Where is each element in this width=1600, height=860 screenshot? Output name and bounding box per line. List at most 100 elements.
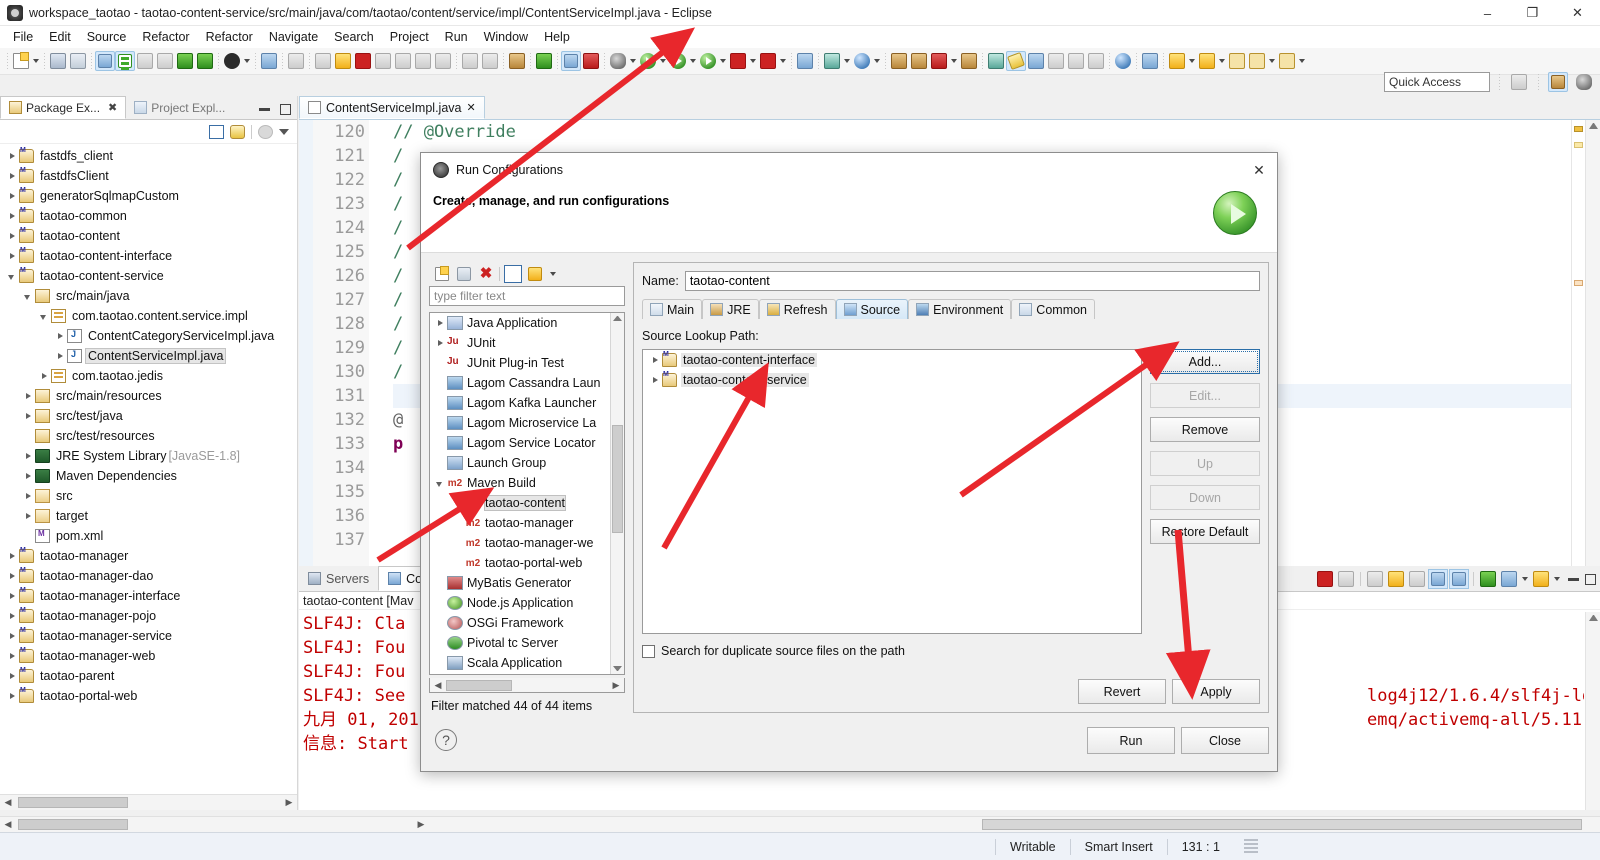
- chevron-right-icon[interactable]: [6, 670, 19, 683]
- configuration-type-item[interactable]: m2 Maven Build: [430, 473, 610, 493]
- remove-launch-icon[interactable]: [1336, 569, 1356, 589]
- configuration-type-item[interactable]: Scala Application: [430, 653, 610, 673]
- open-perspective-icon[interactable]: [959, 51, 979, 71]
- minimize-view-icon[interactable]: [259, 108, 270, 111]
- forward-dropdown-icon[interactable]: [1297, 51, 1307, 71]
- minimize-view-icon[interactable]: [1568, 577, 1579, 581]
- external-tools-icon[interactable]: [758, 51, 778, 71]
- menu-navigate[interactable]: Navigate: [261, 28, 326, 46]
- chevron-right-icon[interactable]: [649, 354, 662, 367]
- debug-server-icon[interactable]: [698, 51, 718, 71]
- scroll-left-icon[interactable]: ◀: [0, 817, 16, 832]
- configuration-type-item[interactable]: Pivotal tc Server: [430, 633, 610, 653]
- chevron-right-icon[interactable]: [54, 330, 67, 343]
- focus-on-active-task-icon[interactable]: [258, 124, 273, 139]
- configurations-vscrollbar[interactable]: [610, 313, 624, 674]
- configuration-type-item[interactable]: MyBatis Generator: [430, 573, 610, 593]
- paint-icon[interactable]: [1006, 51, 1026, 71]
- new-class-icon[interactable]: [175, 51, 195, 71]
- new-wizard-dropdown-icon[interactable]: [31, 51, 41, 71]
- menu-source[interactable]: Source: [79, 28, 135, 46]
- toggle-view-icon[interactable]: [561, 51, 581, 71]
- duplicate-search-checkbox[interactable]: [642, 644, 655, 658]
- editor-vscrollbar[interactable]: [1585, 120, 1600, 566]
- chevron-right-icon[interactable]: [6, 250, 19, 263]
- tree-item[interactable]: ContentServiceImpl.java: [0, 346, 297, 366]
- editor-scroll-thumb[interactable]: [982, 819, 1582, 830]
- display-console-dropdown-icon[interactable]: [1520, 569, 1530, 589]
- user-dropdown-icon[interactable]: [242, 51, 252, 71]
- chevron-right-icon[interactable]: [54, 350, 67, 363]
- tree-item[interactable]: src/test/resources: [0, 426, 297, 446]
- rocket-dropdown-icon[interactable]: [949, 51, 959, 71]
- scroll-right-icon[interactable]: ▶: [608, 678, 624, 693]
- open-folder-icon[interactable]: [909, 51, 929, 71]
- revert-button[interactable]: Revert: [1078, 679, 1166, 704]
- scroll-thumb[interactable]: [446, 679, 512, 691]
- tree-item[interactable]: ContentCategoryServiceImpl.java: [0, 326, 297, 346]
- restoredefault-button[interactable]: Restore Default: [1150, 519, 1260, 544]
- configuration-type-item[interactable]: Launch Group: [430, 453, 610, 473]
- chevron-right-icon[interactable]: [6, 170, 19, 183]
- run-button[interactable]: Run: [1087, 727, 1175, 754]
- chevron-right-icon[interactable]: [434, 317, 447, 330]
- filter-configurations-icon[interactable]: [526, 265, 544, 283]
- configuration-type-item[interactable]: Lagom Microservice La: [430, 413, 610, 433]
- configuration-type-item[interactable]: m2 taotao-portal-web: [430, 553, 610, 573]
- tree-item[interactable]: taotao-manager-service: [0, 626, 297, 646]
- forward-icon[interactable]: [1277, 51, 1297, 71]
- terminate-icon[interactable]: [353, 51, 373, 71]
- external-tools-dropdown-icon[interactable]: [778, 51, 788, 71]
- tab-refresh[interactable]: Refresh: [758, 299, 836, 319]
- javadoc-icon[interactable]: [135, 51, 155, 71]
- tree-item[interactable]: taotao-manager-interface: [0, 586, 297, 606]
- link-icon[interactable]: [1086, 51, 1106, 71]
- scroll-thumb[interactable]: [18, 797, 128, 808]
- console-vscrollbar[interactable]: [1585, 612, 1600, 810]
- tab-common[interactable]: Common: [1011, 299, 1096, 319]
- source-lookup-entry[interactable]: taotao-content-interface: [643, 350, 1141, 370]
- tree-item[interactable]: taotao-manager: [0, 546, 297, 566]
- configuration-type-item[interactable]: Lagom Service Locator: [430, 433, 610, 453]
- perspective-java-icon[interactable]: [1548, 72, 1568, 92]
- configurations-hscrollbar[interactable]: ◀ ▶: [429, 678, 625, 693]
- run-icon[interactable]: [638, 51, 658, 71]
- open-type-icon[interactable]: [507, 51, 527, 71]
- chevron-right-icon[interactable]: [22, 390, 35, 403]
- tab-project-explorer[interactable]: Project Expl...: [126, 96, 234, 119]
- tree-item[interactable]: com.taotao.content.service.impl: [0, 306, 297, 326]
- remove-button[interactable]: Remove: [1150, 417, 1260, 442]
- chevron-right-icon[interactable]: [649, 374, 662, 387]
- chevron-right-icon[interactable]: [6, 190, 19, 203]
- open-task-icon[interactable]: [155, 51, 175, 71]
- close-icon[interactable]: ✕: [466, 101, 475, 114]
- configuration-type-item[interactable]: m2 taotao-manager-we: [430, 533, 610, 553]
- dialog-close-button[interactable]: ✕: [1247, 159, 1271, 181]
- tree-item[interactable]: src: [0, 486, 297, 506]
- tree-item[interactable]: JRE System Library [JavaSE-1.8]: [0, 446, 297, 466]
- configuration-type-item[interactable]: Lagom Cassandra Laun: [430, 373, 610, 393]
- editor-marker-bar[interactable]: [299, 120, 313, 566]
- close-icon[interactable]: ✖: [108, 101, 117, 114]
- suspend-icon[interactable]: [333, 51, 353, 71]
- menu-file[interactable]: File: [5, 28, 41, 46]
- package-explorer-hscrollbar[interactable]: ◀ ▶: [0, 794, 297, 810]
- open-resource-icon[interactable]: [889, 51, 909, 71]
- configuration-type-item[interactable]: OSGi Framework: [430, 613, 610, 633]
- rocket-icon[interactable]: [929, 51, 949, 71]
- chevron-right-icon[interactable]: [6, 610, 19, 623]
- source-lookup-list[interactable]: taotao-content-interface taotao-content-s…: [642, 349, 1142, 634]
- back-icon[interactable]: [1227, 51, 1247, 71]
- menu-search[interactable]: Search: [326, 28, 382, 46]
- new-ejb-icon[interactable]: [195, 51, 215, 71]
- duplicate-configuration-icon[interactable]: [455, 265, 473, 283]
- help-icon[interactable]: ?: [435, 729, 457, 751]
- chevron-right-icon[interactable]: [6, 210, 19, 223]
- chevron-right-icon[interactable]: [434, 337, 447, 350]
- chevron-right-icon[interactable]: [6, 570, 19, 583]
- tree-item[interactable]: taotao-common: [0, 206, 297, 226]
- chevron-right-icon[interactable]: [38, 370, 51, 383]
- tree-item[interactable]: taotao-manager-web: [0, 646, 297, 666]
- tree-item[interactable]: taotao-portal-web: [0, 686, 297, 706]
- previous-dropdown-icon[interactable]: [1267, 51, 1277, 71]
